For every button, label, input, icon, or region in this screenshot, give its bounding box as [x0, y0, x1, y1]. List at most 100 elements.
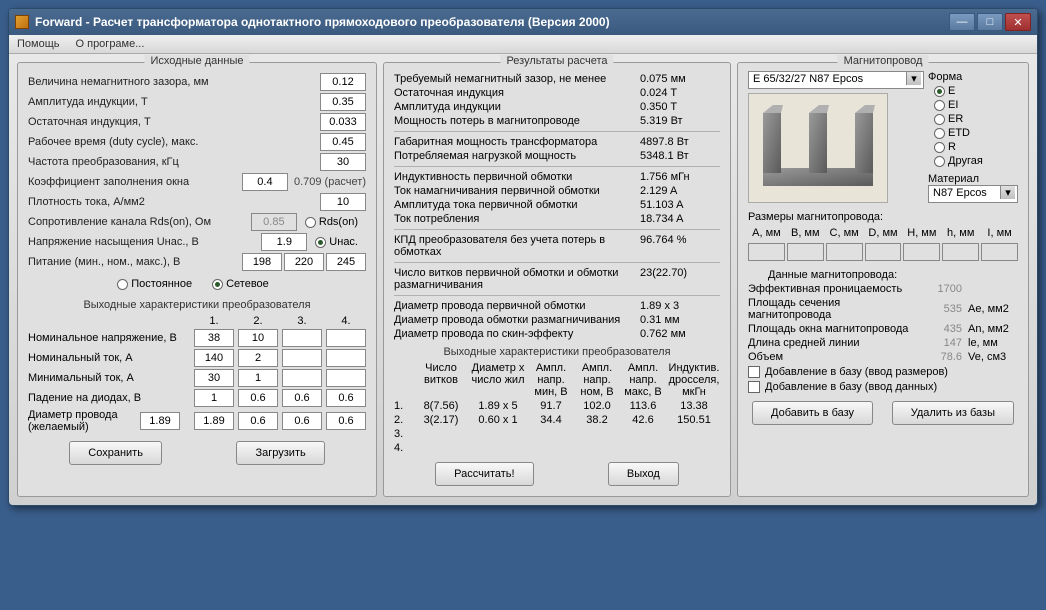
minimize-button[interactable]: —: [949, 13, 975, 31]
radio-rdson[interactable]: Rds(on): [305, 216, 358, 228]
panel-results: Результаты расчета Требуемый немагнитный…: [383, 62, 731, 497]
result-val-r5: 4897.8 Вт: [640, 136, 720, 148]
result-val-r8: 2.129 A: [640, 185, 720, 197]
input-vdrop-2[interactable]: [238, 389, 278, 407]
result-val-r15: 0.762 мм: [640, 328, 720, 340]
core-data-label: Данные магнитопровода:: [768, 269, 1018, 281]
radio-ac[interactable]: Сетевое: [212, 278, 269, 290]
label-ampl: Амплитуда индукции, T: [28, 96, 320, 108]
input-vnom-4[interactable]: [326, 329, 366, 347]
result-val-r6: 5348.1 Вт: [640, 150, 720, 162]
add-db-button[interactable]: Добавить в базу: [752, 401, 873, 425]
input-gap[interactable]: [320, 73, 366, 91]
out-cell-1-4: 38.2: [576, 414, 618, 426]
input-dwire-pre[interactable]: [140, 412, 180, 430]
result-label-r3: Амплитуда индукции: [394, 101, 640, 113]
core-select[interactable]: E 65/32/27 N87 Epcos: [748, 71, 924, 89]
label-inom: Номинальный ток, А: [28, 352, 190, 364]
input-inom-2[interactable]: [238, 349, 278, 367]
input-imin-3[interactable]: [282, 369, 322, 387]
input-imin-2[interactable]: [238, 369, 278, 387]
input-resid[interactable]: [320, 113, 366, 131]
out-col-4: 4.: [326, 315, 366, 327]
input-dwire-2[interactable]: [238, 412, 278, 430]
input-vnom-1[interactable]: [194, 329, 234, 347]
del-db-button[interactable]: Удалить из базы: [892, 401, 1014, 425]
app-window: Forward - Расчет трансформатора однотакт…: [8, 8, 1038, 506]
radio-dc[interactable]: Постоянное: [117, 278, 192, 290]
load-button[interactable]: Загрузить: [236, 441, 324, 465]
dim-label-6: I, мм: [981, 227, 1018, 239]
label-freq: Частота преобразования, кГц: [28, 156, 320, 168]
input-inom-1[interactable]: [194, 349, 234, 367]
out-cell-2-3: [530, 428, 572, 440]
panel-inputs-title: Исходные данные: [145, 55, 250, 67]
out-cell-2-1: [416, 428, 466, 440]
input-supply-nom[interactable]: [284, 253, 324, 271]
val-ae: 535: [922, 303, 962, 315]
input-ampl[interactable]: [320, 93, 366, 111]
out-cell-2-4: [576, 428, 618, 440]
titlebar[interactable]: Forward - Расчет трансформатора однотакт…: [9, 9, 1037, 35]
out-th-1: Число витков: [416, 362, 466, 398]
material-select[interactable]: N87 Epcos: [928, 185, 1018, 203]
input-inom-4[interactable]: [326, 349, 366, 367]
maximize-button[interactable]: □: [977, 13, 1003, 31]
dim-input-6: [981, 243, 1018, 261]
input-vnom-3[interactable]: [282, 329, 322, 347]
radio-form-ei[interactable]: EI: [934, 99, 1010, 111]
label-perm: Эффективная проницаемость: [748, 283, 916, 295]
input-usat[interactable]: [261, 233, 307, 251]
out-cell-0-4: 102.0: [576, 400, 618, 412]
result-val-r14: 0.31 мм: [640, 314, 720, 326]
save-button[interactable]: Сохранить: [69, 441, 162, 465]
input-dwire-1[interactable]: [194, 412, 234, 430]
input-imin-4[interactable]: [326, 369, 366, 387]
out-cell-0-1: 8(7.56): [416, 400, 466, 412]
dim-label-4: H, мм: [903, 227, 940, 239]
radio-form-etd[interactable]: ETD: [934, 127, 1010, 139]
result-val-r12: 23(22.70): [640, 267, 720, 291]
input-supply-max[interactable]: [326, 253, 366, 271]
label-an: Площадь окна магнитопровода: [748, 323, 916, 335]
out-cell-3-5: [622, 442, 664, 454]
input-imin-1[interactable]: [194, 369, 234, 387]
input-inom-3[interactable]: [282, 349, 322, 367]
dim-input-0: [748, 243, 785, 261]
input-duty[interactable]: [320, 133, 366, 151]
result-val-r13: 1.89 x 3: [640, 300, 720, 312]
result-label-r10: Ток потребления: [394, 213, 640, 225]
result-val-r10: 18.734 A: [640, 213, 720, 225]
exit-button[interactable]: Выход: [608, 462, 679, 486]
input-jdens[interactable]: [320, 193, 366, 211]
menu-help[interactable]: Помощь: [17, 38, 60, 50]
result-val-r4: 5.319 Вт: [640, 115, 720, 127]
radio-usat[interactable]: Uнас.: [315, 236, 358, 248]
form-label: Форма: [928, 71, 1018, 83]
input-vnom-2[interactable]: [238, 329, 278, 347]
input-vdrop-4[interactable]: [326, 389, 366, 407]
input-fill[interactable]: [242, 173, 288, 191]
chk-add-dims[interactable]: Добавление в базу (ввод размеров): [748, 366, 1018, 378]
result-label-r6: Потребляемая нагрузкой мощность: [394, 150, 640, 162]
input-freq[interactable]: [320, 153, 366, 171]
radio-form-er[interactable]: ER: [934, 113, 1010, 125]
dim-label-3: D, мм: [865, 227, 902, 239]
radio-form-другая[interactable]: Другая: [934, 155, 1010, 167]
out-cell-1-0: 2.: [394, 414, 412, 426]
chk-add-data[interactable]: Добавление в базу (ввод данных): [748, 381, 1018, 393]
result-label-r5: Габаритная мощность трансформатора: [394, 136, 640, 148]
menu-about[interactable]: О програме...: [76, 38, 145, 50]
radio-form-r[interactable]: R: [934, 141, 1010, 153]
input-dwire-4[interactable]: [326, 412, 366, 430]
input-vdrop-1[interactable]: [194, 389, 234, 407]
input-supply-min[interactable]: [242, 253, 282, 271]
calc-button[interactable]: Рассчитать!: [435, 462, 533, 486]
result-label-r12: Число витков первичной обмотки и обмотки…: [394, 267, 640, 291]
radio-form-e[interactable]: E: [934, 85, 1010, 97]
close-button[interactable]: ✕: [1005, 13, 1031, 31]
out-cell-1-3: 34.4: [530, 414, 572, 426]
label-ve: Объем: [748, 351, 916, 363]
input-vdrop-3[interactable]: [282, 389, 322, 407]
input-dwire-3[interactable]: [282, 412, 322, 430]
